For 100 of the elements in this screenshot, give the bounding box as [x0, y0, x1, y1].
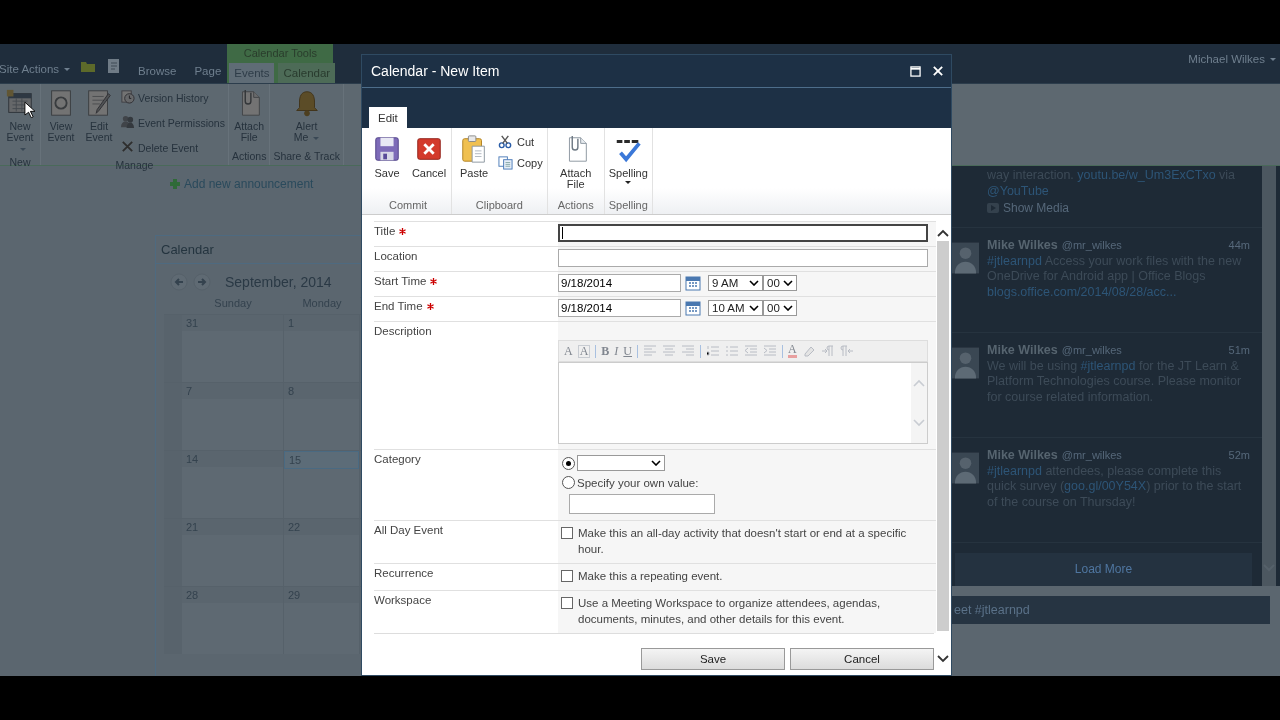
tweet-link[interactable]: @YouTube	[987, 183, 1049, 198]
radio-button[interactable]	[562, 476, 575, 489]
copy-icon	[498, 155, 513, 170]
align-center-icon[interactable]	[662, 345, 677, 357]
checkbox[interactable]	[561, 527, 573, 539]
delete-icon	[120, 139, 135, 154]
numbered-list-icon[interactable]	[706, 345, 721, 357]
load-more-button[interactable]: Load More	[955, 552, 1252, 586]
underline-button[interactable]: U	[623, 343, 633, 359]
ltr-icon[interactable]	[820, 345, 835, 357]
tweet-link[interactable]: youtu.be/w_Um3ExCTxo	[1077, 168, 1216, 182]
hour-dropdown[interactable]: 10 AM	[708, 300, 763, 316]
people-icon	[120, 114, 135, 129]
checkbox-label: Make this an all-day activity that doesn't start or end at a specific hour.	[578, 526, 908, 557]
tweet-time: 51m	[1228, 343, 1250, 356]
field-label: End Time	[374, 300, 423, 312]
avatar-icon	[952, 241, 979, 274]
avatar-icon	[952, 451, 979, 484]
chevron-up-icon[interactable]	[937, 229, 949, 237]
outdent-icon[interactable]	[744, 345, 759, 357]
ribbon-group-label: Clipboard	[474, 198, 524, 213]
ribbon-button[interactable]: Cancel	[411, 134, 447, 197]
radio-label: Specify your own value:	[577, 476, 699, 489]
custom-value-field[interactable]	[569, 494, 715, 514]
field-label: Title	[374, 225, 396, 237]
show-media-link[interactable]: Show Media	[987, 201, 1250, 215]
rtl-icon[interactable]	[839, 345, 854, 357]
scissors-icon	[498, 134, 513, 149]
minute-dropdown[interactable]: 00	[763, 275, 797, 291]
maximize-icon[interactable]	[910, 65, 921, 77]
font-color-button[interactable]: A	[788, 344, 797, 358]
field-label: Category	[374, 453, 421, 465]
chevron-down-icon	[749, 280, 759, 286]
tweet-link[interactable]: goo.gl/00Y54X	[1064, 479, 1147, 494]
field-label: All Day Event	[374, 524, 444, 536]
user-menu[interactable]: Michael Wilkes	[1188, 53, 1276, 65]
minute-dropdown[interactable]: 00	[763, 300, 797, 316]
ribbon-tab[interactable]: Browse	[132, 65, 183, 83]
ribbon-group-label: Commit	[388, 198, 428, 213]
author-handle[interactable]: @mr_wilkes	[1061, 343, 1122, 356]
site-actions-menu[interactable]: Site Actions	[0, 63, 71, 75]
ribbon-tab[interactable]: Page	[188, 65, 228, 83]
web-part-title: Calendar	[161, 242, 214, 257]
ribbon-group-label: Spelling	[608, 198, 648, 213]
ribbon-group-label: Actions	[556, 198, 595, 213]
chevron-down-icon	[651, 460, 661, 466]
tweet-input-field[interactable]: eet #jtlearnpd	[952, 596, 1270, 624]
scrollbar[interactable]	[1262, 166, 1276, 586]
author-name[interactable]: Mike Wilkes	[987, 237, 1058, 252]
ribbon-button[interactable]: Save	[369, 134, 405, 197]
tweet-link[interactable]: #jtlearnpd	[987, 463, 1042, 478]
author-name[interactable]: Mike Wilkes	[987, 342, 1058, 357]
italic-button[interactable]: I	[614, 343, 619, 359]
date-field[interactable]: 9/18/2014	[558, 274, 681, 292]
history-icon	[120, 89, 135, 104]
indent-icon[interactable]	[763, 345, 778, 357]
ribbon-button[interactable]: Copy	[498, 155, 543, 170]
author-handle[interactable]: @mr_wilkes	[1061, 238, 1122, 251]
chevron-down-icon	[749, 305, 759, 311]
text-field[interactable]	[558, 249, 928, 267]
tweet-link[interactable]: blogs.office.com/2014/08/28/acc...	[987, 284, 1177, 299]
calendar-icon[interactable]	[685, 300, 701, 316]
author-name[interactable]: Mike Wilkes	[987, 447, 1058, 462]
dialog-title: Calendar - New Item	[371, 63, 500, 79]
text-field[interactable]	[558, 224, 928, 242]
font-button[interactable]: A	[564, 343, 573, 359]
highlight-icon[interactable]	[801, 345, 816, 357]
avatar-icon	[952, 346, 979, 379]
radio-button[interactable]	[562, 456, 575, 470]
ribbon-button[interactable]: Paste	[456, 134, 492, 197]
hour-dropdown[interactable]: 9 AM	[708, 275, 763, 291]
tweet-link[interactable]: #jtlearnpd	[1080, 358, 1136, 373]
author-handle[interactable]: @mr_wilkes	[1061, 448, 1122, 461]
bold-button[interactable]: B	[601, 343, 610, 359]
save-button[interactable]: Save	[641, 648, 785, 670]
chevron-down-icon[interactable]	[937, 655, 949, 663]
align-left-icon[interactable]	[643, 345, 658, 357]
date-field[interactable]: 9/18/2014	[558, 299, 681, 317]
font-size-button[interactable]: A	[577, 344, 591, 358]
checkbox[interactable]	[561, 597, 573, 609]
tweet-time: 44m	[1228, 238, 1250, 251]
chevron-down-icon	[783, 305, 793, 311]
ribbon-button[interactable]: Attach File	[551, 134, 600, 197]
ribbon-group-label: New	[8, 155, 32, 170]
ribbon-button[interactable]: Spelling	[608, 134, 648, 197]
field-label: Description	[374, 325, 432, 337]
chevron-down-icon	[783, 280, 793, 286]
ribbon-button[interactable]: Cut	[498, 134, 543, 149]
calendar-icon[interactable]	[685, 275, 701, 291]
ribbon-tab[interactable]: Edit	[369, 107, 407, 128]
cancel-button[interactable]: Cancel	[790, 648, 934, 670]
field-label: Location	[374, 250, 418, 262]
close-icon[interactable]	[933, 66, 943, 76]
align-right-icon[interactable]	[681, 345, 696, 357]
field-label: Workspace	[374, 594, 432, 606]
tweet-link[interactable]: #jtlearnpd	[987, 253, 1042, 268]
tweet-time: 52m	[1228, 448, 1250, 461]
field-label: Start Time	[374, 275, 427, 287]
checkbox[interactable]	[561, 570, 573, 582]
checkbox-label: Make this a repeating event.	[578, 569, 723, 584]
